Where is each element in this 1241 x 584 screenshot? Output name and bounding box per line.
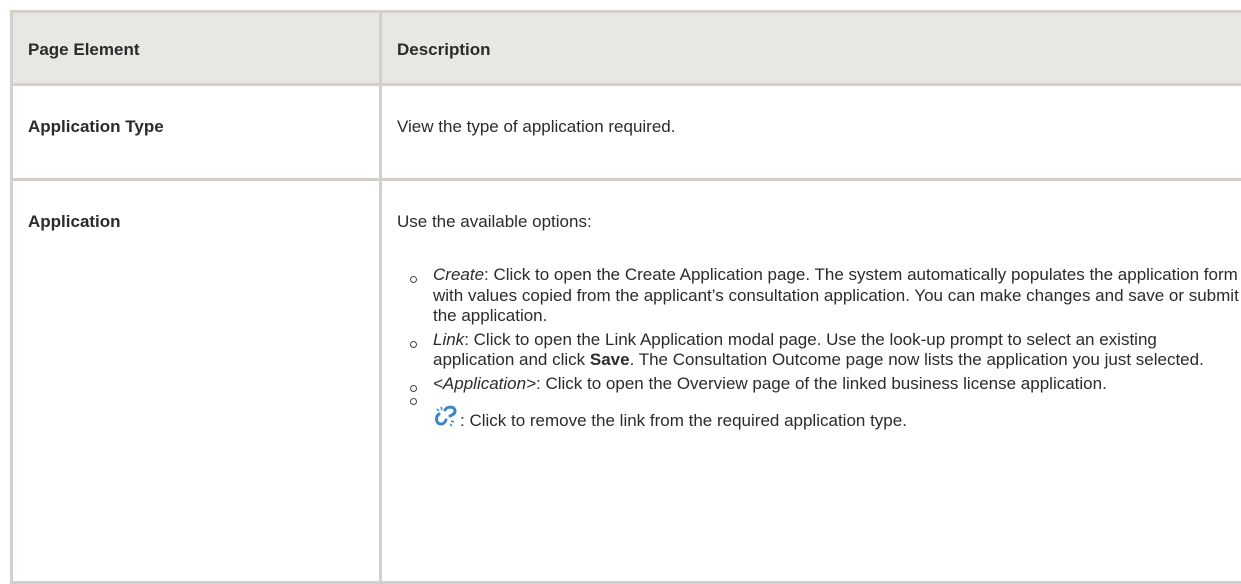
bullet-icon <box>410 341 417 348</box>
options-list: Create: Click to open the Create Applica… <box>397 265 1241 434</box>
save-label: Save <box>590 350 630 369</box>
element-cell: Application <box>12 180 381 583</box>
option-term: Link <box>433 330 464 349</box>
element-name: Application Type <box>13 86 379 137</box>
element-name: Application <box>13 181 379 232</box>
description-text: View the type of application required. <box>382 86 1241 137</box>
bullet-icon <box>410 398 417 405</box>
table-row: Application Use the available options: C… <box>12 180 1241 583</box>
bullet-icon <box>410 385 417 392</box>
table-row: Application Type View the type of applic… <box>12 85 1241 180</box>
option-term: <Application> <box>433 374 536 393</box>
description-cell: View the type of application required. <box>381 85 1241 180</box>
option-term: Create <box>433 265 484 284</box>
description-intro: Use the available options: <box>397 212 1241 232</box>
page-element-table: Page Element Description Application Typ… <box>10 10 1241 584</box>
description-cell: Use the available options: Create: Click… <box>381 180 1241 583</box>
list-item-unlink: : Click to remove the link from the requ… <box>410 402 1241 434</box>
bullet-icon <box>410 276 417 283</box>
table-header-row: Page Element Description <box>12 12 1241 85</box>
column-header-page-element: Page Element <box>12 12 381 85</box>
list-item-link: Link: Click to open the Link Application… <box>410 330 1241 371</box>
list-item-create: Create: Click to open the Create Applica… <box>410 265 1241 327</box>
column-header-description: Description <box>381 12 1241 85</box>
unlink-icon <box>433 404 459 434</box>
element-cell: Application Type <box>12 85 381 180</box>
list-item-application: <Application>: Click to open the Overvie… <box>410 374 1241 395</box>
